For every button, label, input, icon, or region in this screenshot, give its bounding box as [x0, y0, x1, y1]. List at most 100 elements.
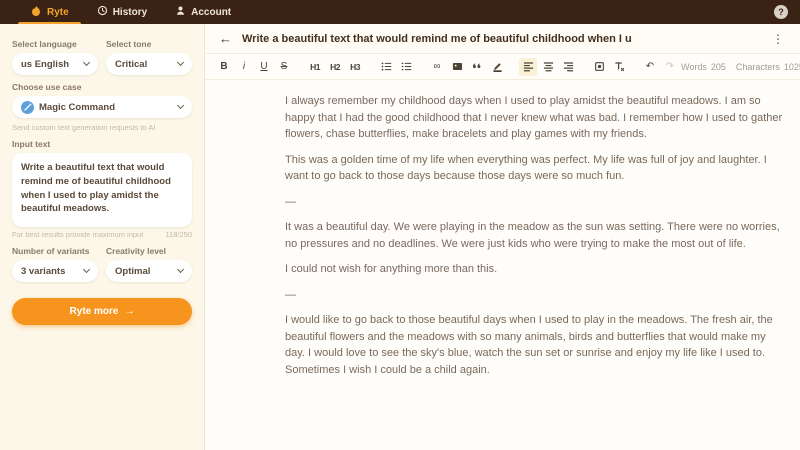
ryte-more-button[interactable]: Ryte more → — [12, 298, 192, 325]
paragraph: It was a beautiful day. We were playing … — [285, 219, 785, 252]
chevron-down-icon — [83, 59, 90, 66]
quote-icon — [472, 61, 483, 72]
sidebar: Select language us English Select tone C… — [0, 24, 205, 450]
document-title: Write a beautiful text that would remind… — [242, 33, 760, 45]
creativity-label: Creativity level — [106, 246, 192, 256]
ordered-list-button[interactable] — [397, 58, 415, 76]
bold-button[interactable]: B — [215, 58, 233, 76]
paragraph: I would like to go back to those beautif… — [285, 312, 785, 378]
words-label: Words — [681, 62, 707, 72]
ryte-logo-icon — [30, 5, 42, 20]
bullet-list-icon — [381, 61, 392, 72]
language-select[interactable]: us English — [12, 53, 98, 75]
tone-select[interactable]: Critical — [106, 53, 192, 75]
underline-glyph: U — [260, 61, 267, 72]
heading2-button[interactable]: H2 — [326, 58, 344, 76]
chevron-down-icon — [177, 59, 184, 66]
clear-format-button[interactable] — [610, 58, 628, 76]
align-right-button[interactable] — [559, 58, 577, 76]
document-header: ← Write a beautiful text that would remi… — [205, 24, 800, 54]
creativity-select[interactable]: Optimal — [106, 260, 192, 282]
use-case-value-wrap: Magic Command — [21, 101, 115, 114]
input-text-area[interactable]: Write a beautiful text that would remind… — [12, 153, 192, 227]
tab-ryte[interactable]: Ryte — [16, 0, 83, 24]
align-center-icon — [543, 61, 554, 72]
use-case-helper: Send custom text generation requests to … — [12, 123, 192, 132]
chevron-down-icon — [177, 266, 184, 273]
main-area: ← Write a beautiful text that would remi… — [205, 24, 800, 450]
align-left-icon — [523, 61, 534, 72]
tab-account-label: Account — [191, 7, 231, 18]
pen-icon — [492, 61, 503, 72]
top-navbar: Ryte History Account ? — [0, 0, 800, 24]
paragraph-divider: — — [285, 287, 785, 304]
strike-glyph: S — [281, 61, 288, 72]
variants-field: Number of variants 3 variants — [12, 239, 98, 282]
help-button[interactable]: ? — [774, 5, 788, 19]
underline-button[interactable]: U — [255, 58, 273, 76]
variants-creativity-row: Number of variants 3 variants Creativity… — [12, 239, 192, 282]
clear-format-icon — [614, 61, 625, 72]
strikethrough-button[interactable]: S — [275, 58, 293, 76]
text-color-button[interactable] — [488, 58, 506, 76]
redo-button[interactable]: ↷ — [661, 58, 679, 76]
ordered-list-icon — [401, 61, 412, 72]
language-value: us English — [21, 59, 69, 70]
words-value: 205 — [711, 62, 726, 72]
blockquote-button[interactable] — [468, 58, 486, 76]
select-tone-label: Select tone — [106, 39, 192, 49]
account-person-icon — [175, 5, 186, 19]
word-count: Words 205 Characters 1025 — [681, 62, 800, 72]
input-char-counter: 118/250 — [165, 230, 192, 239]
editor-area[interactable]: I always remember my childhood days when… — [205, 80, 800, 450]
editor-toolbar: B i U S H1 H2 H3 ∞ — [205, 54, 800, 80]
back-arrow-button[interactable]: ← — [219, 32, 232, 45]
align-left-button[interactable] — [519, 58, 537, 76]
align-center-button[interactable] — [539, 58, 557, 76]
heading3-button[interactable]: H3 — [346, 58, 364, 76]
paragraph: This was a golden time of my life when e… — [285, 152, 785, 185]
ryte-more-label: Ryte more — [70, 306, 119, 317]
embed-icon — [594, 61, 605, 72]
heading1-button[interactable]: H1 — [306, 58, 324, 76]
variants-value: 3 variants — [21, 266, 65, 277]
bold-glyph: B — [220, 61, 227, 72]
chevron-down-icon — [177, 102, 184, 109]
paragraph: I always remember my childhood days when… — [285, 93, 785, 143]
characters-value: 1025 — [784, 62, 800, 72]
input-helper-row: For best results provide maximum input 1… — [12, 230, 192, 239]
app-body: Select language us English Select tone C… — [0, 24, 800, 450]
tone-value: Critical — [115, 59, 147, 70]
embed-button[interactable] — [590, 58, 608, 76]
app-root: Ryte History Account ? Select language u… — [0, 0, 800, 450]
variants-label: Number of variants — [12, 246, 98, 256]
bullet-list-button[interactable] — [377, 58, 395, 76]
link-button[interactable]: ∞ — [428, 58, 446, 76]
tab-history[interactable]: History — [83, 0, 161, 24]
use-case-select[interactable]: Magic Command — [12, 96, 192, 118]
variants-select[interactable]: 3 variants — [12, 260, 98, 282]
image-icon — [452, 61, 463, 72]
paragraph-divider: — — [285, 194, 785, 211]
tab-ryte-label: Ryte — [47, 7, 69, 18]
choose-use-case-label: Choose use case — [12, 82, 192, 92]
language-tone-row: Select language us English Select tone C… — [12, 32, 192, 75]
paragraph: I could not wish for anything more than … — [285, 261, 785, 278]
italic-glyph: i — [243, 61, 245, 72]
tab-history-label: History — [113, 7, 147, 18]
kebab-menu-button[interactable]: ⋮ — [770, 32, 786, 46]
tab-account[interactable]: Account — [161, 0, 245, 24]
select-language-label: Select language — [12, 39, 98, 49]
history-clock-icon — [97, 5, 108, 19]
input-helper-text: For best results provide maximum input — [12, 230, 143, 239]
use-case-value: Magic Command — [39, 102, 115, 113]
chevron-down-icon — [83, 266, 90, 273]
align-right-icon — [563, 61, 574, 72]
tone-field: Select tone Critical — [106, 32, 192, 75]
italic-button[interactable]: i — [235, 58, 253, 76]
input-text-label: Input text — [12, 139, 192, 149]
creativity-value: Optimal — [115, 266, 150, 277]
image-button[interactable] — [448, 58, 466, 76]
creativity-field: Creativity level Optimal — [106, 239, 192, 282]
undo-button[interactable]: ↶ — [641, 58, 659, 76]
